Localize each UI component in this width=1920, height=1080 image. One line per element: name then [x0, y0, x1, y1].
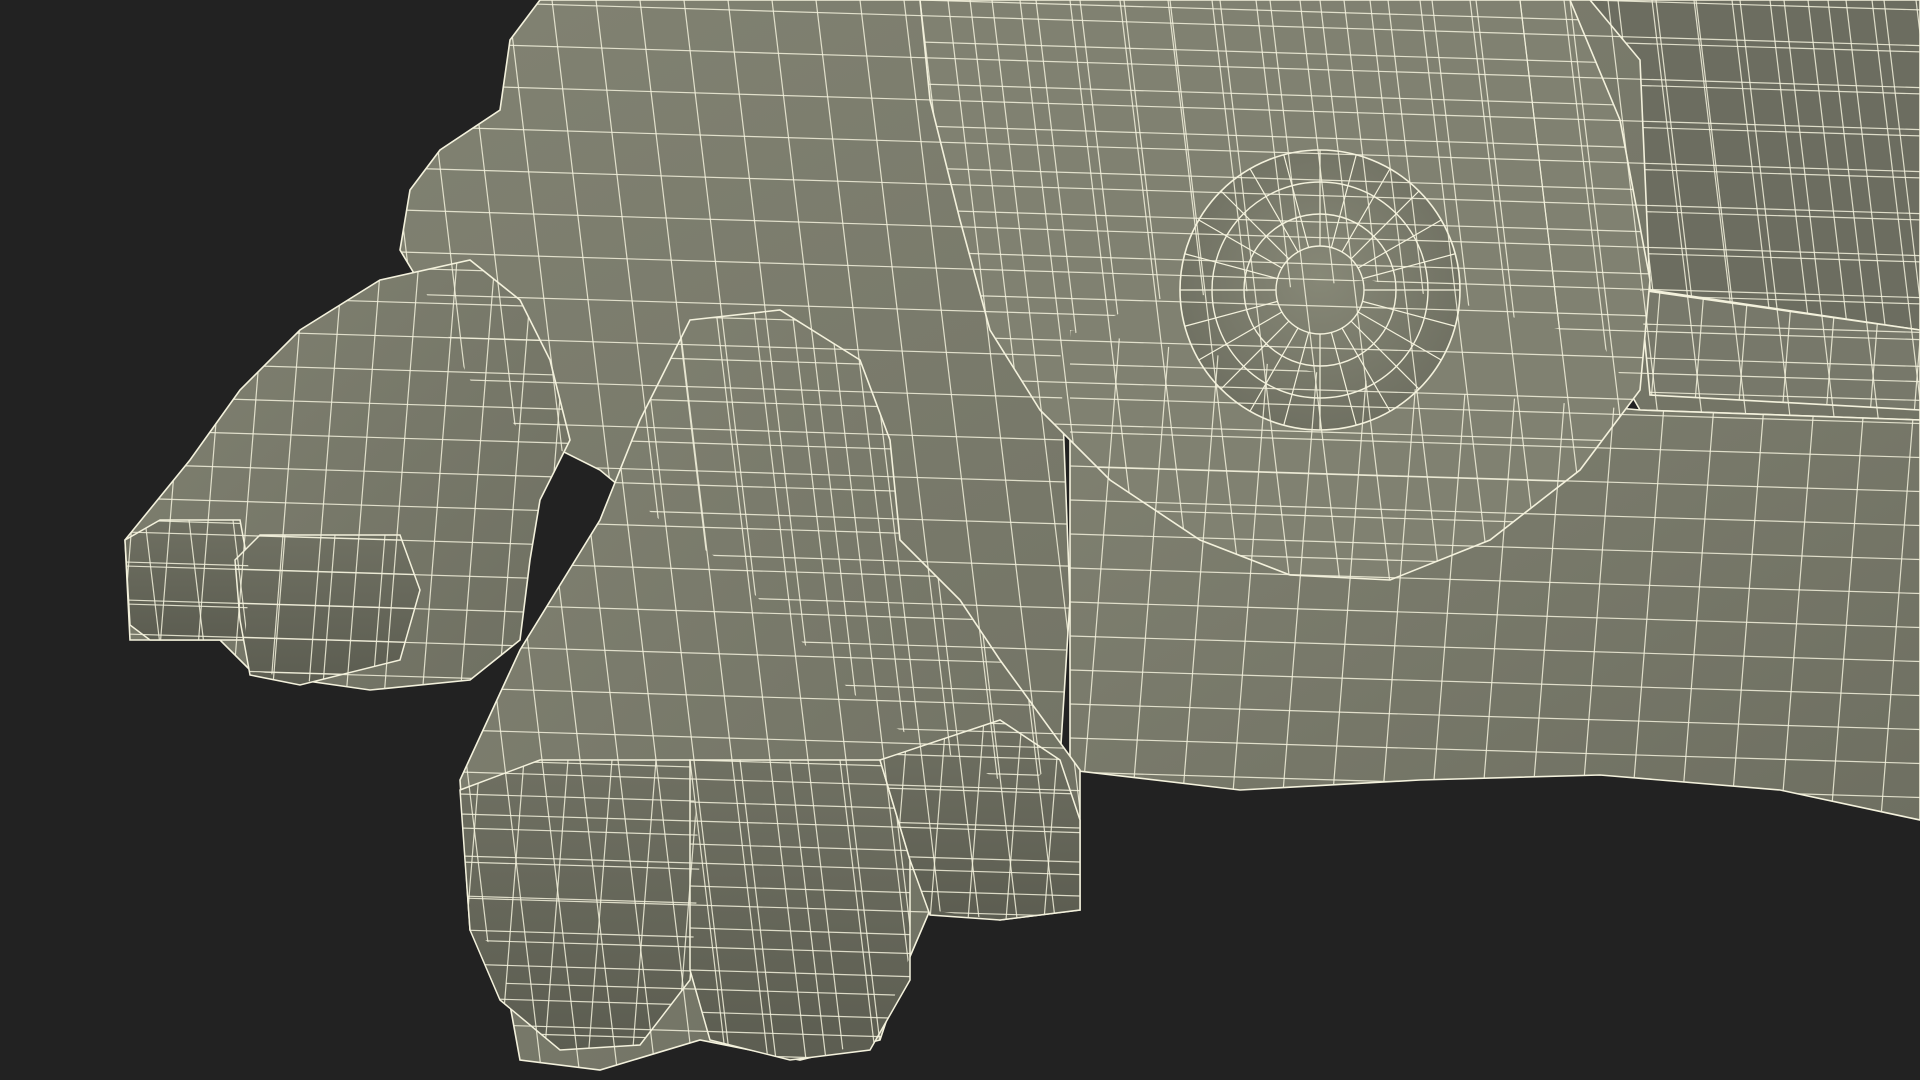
model-back-paw-toe-mid	[234, 534, 421, 686]
wireframe-render	[0, 0, 1920, 1080]
model-back-paw-toe-front	[124, 519, 251, 641]
render-viewport	[0, 0, 1920, 1080]
